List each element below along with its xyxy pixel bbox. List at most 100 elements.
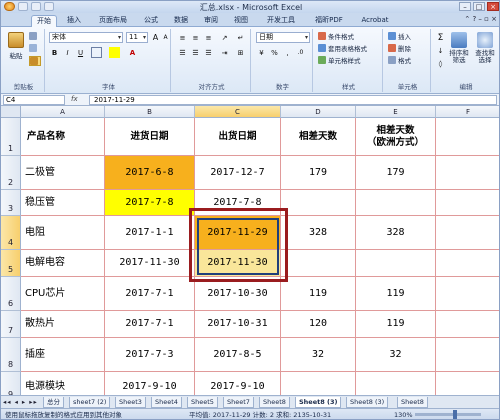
cell-b4[interactable]: 2017-1-1 — [105, 216, 195, 250]
help-controls[interactable]: ⌃ ? – ▫ × — [464, 15, 497, 23]
align-center-icon[interactable]: ☰ — [190, 47, 201, 58]
copy-button[interactable] — [29, 44, 39, 54]
borders-button[interactable] — [91, 47, 102, 58]
cell-e8[interactable]: 32 — [356, 338, 436, 372]
cell-e3[interactable] — [356, 190, 436, 216]
tab-insert[interactable]: 插入 — [61, 15, 87, 27]
tab-data[interactable]: 数据 — [169, 15, 193, 27]
sheet-tab-1[interactable]: 总分 — [43, 397, 64, 408]
align-left-icon[interactable]: ☰ — [177, 47, 188, 58]
cell-f5[interactable] — [436, 250, 499, 277]
row-header-6[interactable]: 6 — [1, 277, 21, 311]
cell-a1[interactable]: 产品名称 — [21, 118, 105, 156]
cell-d1[interactable]: 相差天数 — [281, 118, 356, 156]
formula-input[interactable]: 2017-11-29 — [89, 95, 497, 105]
cell-d5[interactable] — [281, 250, 356, 277]
tab-review[interactable]: 审阅 — [199, 15, 223, 27]
format-as-table-button[interactable]: 套用表格格式 — [318, 44, 367, 54]
column-header-c[interactable]: C — [195, 106, 281, 118]
format-painter-button[interactable] — [29, 56, 41, 66]
cell-e4[interactable]: 328 — [356, 216, 436, 250]
autosum-button[interactable]: Σ — [435, 32, 446, 43]
column-header-d[interactable]: D — [281, 106, 356, 118]
delete-cells-button[interactable]: 删除 — [388, 44, 411, 54]
orientation-icon[interactable]: ↗ — [219, 32, 230, 43]
cell-a3[interactable]: 稳压管 — [21, 190, 105, 216]
cell-c8[interactable]: 2017-8-5 — [195, 338, 281, 372]
column-header-f[interactable]: F — [436, 106, 499, 118]
format-cells-button[interactable]: 格式 — [388, 56, 411, 66]
cell-e7[interactable]: 119 — [356, 311, 436, 338]
comma-button[interactable]: , — [282, 47, 293, 58]
row-header-9[interactable]: 9 — [1, 372, 21, 395]
cell-b3[interactable]: 2017-7-8 — [105, 190, 195, 216]
tab-developer[interactable]: 开发工具 — [261, 15, 301, 27]
row-header-3[interactable]: 3 — [1, 190, 21, 216]
name-box[interactable]: C4 — [3, 95, 65, 105]
align-right-icon[interactable]: ☰ — [203, 47, 214, 58]
cell-e1[interactable]: 相差天数 （欧洲方式） — [356, 118, 436, 156]
cell-a6[interactable]: CPU芯片 — [21, 277, 105, 311]
cut-button[interactable] — [29, 32, 39, 42]
cell-c9[interactable]: 2017-9-10 — [195, 372, 281, 395]
cell-b9[interactable]: 2017-9-10 — [105, 372, 195, 395]
row-header-5[interactable]: 5 — [1, 250, 21, 277]
sheet-tab-5[interactable]: Sheet5 — [187, 397, 218, 408]
number-format-combo[interactable]: 日期 — [256, 32, 310, 43]
close-button[interactable]: × — [487, 2, 499, 11]
align-bottom-icon[interactable]: ≡ — [203, 32, 214, 43]
worksheet-grid[interactable]: A B C D E F 1 2 3 4 5 6 7 8 9 产品名称 进货日期 … — [1, 106, 499, 395]
font-color-button[interactable]: A — [127, 47, 138, 58]
row-header-7[interactable]: 7 — [1, 311, 21, 338]
shrink-font-button[interactable]: A — [160, 32, 171, 43]
row-header-2[interactable]: 2 — [1, 156, 21, 190]
select-all-corner[interactable] — [1, 106, 21, 118]
column-header-a[interactable]: A — [21, 106, 105, 118]
cell-e5[interactable] — [356, 250, 436, 277]
fill-color-button[interactable] — [109, 47, 120, 58]
sort-filter-button[interactable]: 排序和筛选 — [447, 32, 471, 64]
sheet-tab-3[interactable]: Sheet3 — [115, 397, 146, 408]
cell-a4[interactable]: 电阻 — [21, 216, 105, 250]
cell-d3[interactable] — [281, 190, 356, 216]
cell-e6[interactable]: 119 — [356, 277, 436, 311]
cell-a9[interactable]: 电源模块 — [21, 372, 105, 395]
merge-cells-icon[interactable]: ⊞ — [235, 47, 246, 58]
fx-icon[interactable]: fx — [71, 95, 78, 103]
cell-styles-button[interactable]: 单元格样式 — [318, 56, 361, 66]
zoom-slider[interactable] — [415, 413, 481, 416]
cell-f8[interactable] — [436, 338, 499, 372]
cell-a8[interactable]: 插座 — [21, 338, 105, 372]
cell-b7[interactable]: 2017-7-1 — [105, 311, 195, 338]
find-select-button[interactable]: 查找和选择 — [473, 32, 497, 64]
zoom-level[interactable]: 130% — [394, 409, 413, 419]
insert-cells-button[interactable]: 插入 — [388, 32, 411, 42]
cell-f6[interactable] — [436, 277, 499, 311]
clear-icon[interactable]: ◊ — [435, 58, 446, 69]
maximize-button[interactable]: □ — [473, 2, 485, 11]
row-header-1[interactable]: 1 — [1, 118, 21, 156]
cell-d4[interactable]: 328 — [281, 216, 356, 250]
zoom-slider-handle[interactable] — [453, 410, 457, 419]
underline-button[interactable]: U — [75, 47, 86, 58]
cell-a7[interactable]: 散热片 — [21, 311, 105, 338]
tab-formulas[interactable]: 公式 — [139, 15, 163, 27]
paste-button[interactable]: 粘贴 — [5, 32, 27, 60]
currency-icon[interactable]: ¥ — [256, 47, 267, 58]
tab-foxit-pdf[interactable]: 福昕PDF — [307, 15, 351, 27]
cell-d8[interactable]: 32 — [281, 338, 356, 372]
italic-button[interactable]: I — [62, 47, 73, 58]
tab-view[interactable]: 视图 — [229, 15, 253, 27]
cell-b5[interactable]: 2017-11-30 — [105, 250, 195, 277]
font-name-combo[interactable]: 宋体 — [49, 32, 123, 43]
cell-e2[interactable]: 179 — [356, 156, 436, 190]
cell-c7[interactable]: 2017-10-31 — [195, 311, 281, 338]
percent-button[interactable]: % — [269, 47, 280, 58]
sheet-tab-6[interactable]: Sheet7 — [223, 397, 254, 408]
cell-f1[interactable] — [436, 118, 499, 156]
cell-f7[interactable] — [436, 311, 499, 338]
cell-f3[interactable] — [436, 190, 499, 216]
cell-b1[interactable]: 进货日期 — [105, 118, 195, 156]
cell-a5[interactable]: 电解电容 — [21, 250, 105, 277]
sheet-nav-arrows[interactable]: ◂◂ ◂ ▸ ▸▸ — [3, 398, 38, 406]
